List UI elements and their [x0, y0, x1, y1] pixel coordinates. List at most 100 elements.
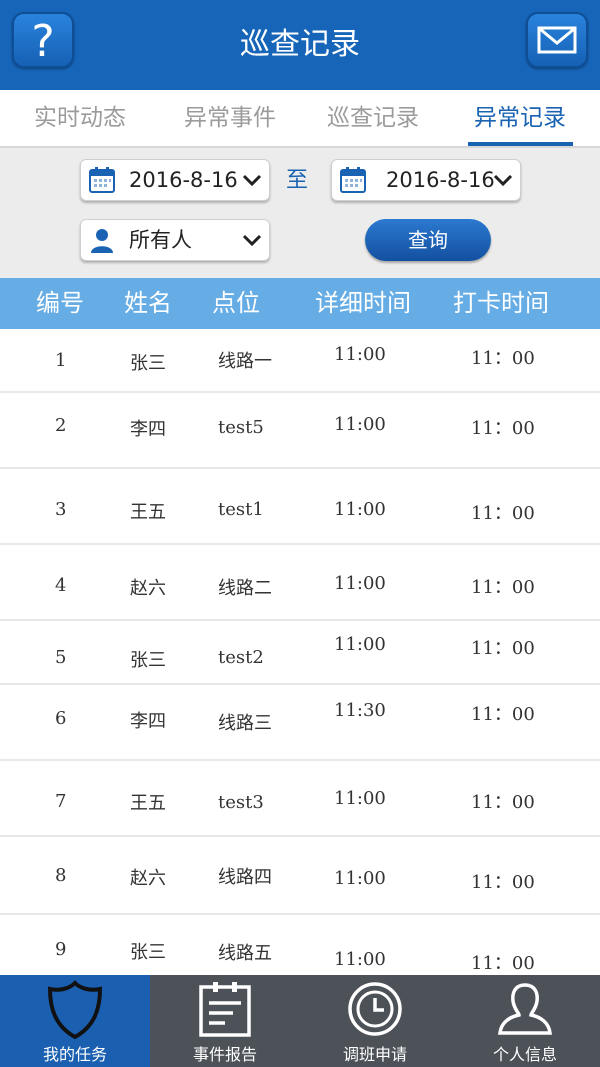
shield-icon: [47, 980, 103, 1039]
mail-icon: [537, 26, 577, 54]
row-id: 6: [55, 708, 67, 729]
row-point: 线路一: [218, 351, 272, 372]
help-button[interactable]: ?: [12, 12, 74, 68]
date-range-separator: 至: [286, 168, 309, 193]
svg-text:?: ?: [31, 16, 54, 64]
row-detail-time: 11:00: [334, 868, 386, 889]
row-clock-time: 11：00: [471, 792, 535, 813]
row-name: 张三: [130, 650, 166, 671]
row-id: 4: [55, 575, 67, 596]
bottom-nav: 我的任务 事件报告 调班申请 个人信息: [0, 975, 600, 1067]
clipboard-icon: [199, 982, 251, 1037]
nav-my-tasks[interactable]: 我的任务: [0, 975, 150, 1067]
table-row[interactable]: 7 王五 test3 11:00 11：00: [0, 761, 600, 837]
row-detail-time: 11:00: [334, 788, 386, 809]
end-date-picker[interactable]: 2016-8-16: [331, 159, 521, 201]
row-point: 线路三: [218, 713, 272, 734]
query-button[interactable]: 查询: [365, 219, 491, 261]
tab-patrol-records[interactable]: 巡查记录: [303, 90, 443, 148]
column-header-detail-time: 详细时间: [315, 289, 411, 317]
nav-shift-request[interactable]: 调班申请: [300, 975, 450, 1067]
tab-bar: 实时动态 异常事件 巡查记录 异常记录: [0, 90, 600, 148]
row-id: 5: [55, 647, 67, 668]
row-name: 张三: [130, 942, 166, 963]
row-detail-time: 11:00: [334, 414, 386, 435]
nav-label: 调班申请: [342, 1045, 407, 1064]
calendar-icon: [89, 167, 115, 193]
column-header-name: 姓名: [124, 289, 172, 317]
message-button[interactable]: [526, 12, 588, 68]
end-date-value: 2016-8-16: [386, 168, 495, 192]
chevron-down-icon: [493, 174, 513, 187]
table-row[interactable]: 3 王五 test1 11:00 11：00: [0, 469, 600, 545]
chevron-down-icon: [242, 174, 262, 187]
row-name: 李四: [130, 419, 166, 440]
row-clock-time: 11：00: [471, 953, 535, 974]
row-clock-time: 11：00: [471, 577, 535, 598]
nav-label: 我的任务: [42, 1045, 107, 1064]
nav-personal-info[interactable]: 个人信息: [450, 975, 600, 1067]
row-name: 王五: [130, 793, 166, 814]
row-id: 9: [55, 939, 67, 960]
nav-label: 事件报告: [192, 1045, 257, 1064]
column-header-id: 编号: [36, 289, 84, 317]
row-clock-time: 11：00: [471, 348, 535, 369]
row-name: 王五: [130, 502, 166, 523]
row-point: test2: [218, 647, 264, 668]
row-clock-time: 11：00: [471, 638, 535, 659]
row-id: 7: [55, 791, 67, 812]
table-header: 编号 姓名 点位 详细时间 打卡时间: [0, 278, 600, 329]
column-header-point: 点位: [212, 289, 260, 317]
active-tab-indicator: [468, 142, 573, 146]
table-row[interactable]: 1 张三 线路一 11:00 11：00: [0, 329, 600, 393]
row-point: test5: [218, 417, 264, 438]
row-detail-time: 11:00: [334, 573, 386, 594]
row-clock-time: 11：00: [471, 503, 535, 524]
person-icon: [498, 983, 552, 1035]
row-point: test1: [218, 499, 264, 520]
person-select[interactable]: 所有人: [80, 219, 270, 261]
table-row[interactable]: 5 张三 test2 11:00 11：00: [0, 621, 600, 685]
row-name: 赵六: [130, 578, 166, 599]
nav-label: 个人信息: [492, 1045, 557, 1064]
row-id: 1: [55, 350, 67, 371]
start-date-value: 2016-8-16: [129, 168, 238, 192]
row-point: test3: [218, 792, 264, 813]
table-row[interactable]: 4 赵六 线路二 11:00 11：00: [0, 545, 600, 621]
column-header-clock-time: 打卡时间: [453, 289, 549, 317]
row-name: 李四: [130, 711, 166, 732]
row-detail-time: 11:30: [334, 700, 386, 721]
row-detail-time: 11:00: [334, 344, 386, 365]
question-icon: ?: [31, 16, 54, 64]
row-clock-time: 11：00: [471, 418, 535, 439]
table-row[interactable]: 9 张三 线路五 11:00 11：00: [0, 915, 600, 975]
row-point: 线路四: [218, 867, 272, 888]
nav-event-report[interactable]: 事件报告: [150, 975, 300, 1067]
tab-abnormal-events[interactable]: 异常事件: [160, 90, 300, 148]
tab-realtime[interactable]: 实时动态: [10, 90, 150, 148]
row-name: 赵六: [130, 868, 166, 889]
app-header: ? 巡查记录: [0, 0, 600, 90]
row-clock-time: 11：00: [471, 704, 535, 725]
calendar-icon: [340, 167, 366, 193]
row-point: 线路二: [218, 578, 272, 599]
chevron-down-icon: [242, 234, 262, 247]
table-row[interactable]: 2 李四 test5 11:00 11：00: [0, 393, 600, 469]
records-list: 1 张三 线路一 11:00 11：00 2 李四 test5 11:00 11…: [0, 329, 600, 975]
row-id: 3: [55, 499, 67, 520]
table-row[interactable]: 8 赵六 线路四 11:00 11：00: [0, 837, 600, 915]
row-detail-time: 11:00: [334, 949, 386, 970]
row-clock-time: 11：00: [471, 872, 535, 893]
row-detail-time: 11:00: [334, 499, 386, 520]
page-title: 巡查记录: [240, 27, 360, 62]
tab-abnormal-records[interactable]: 异常记录: [450, 90, 590, 148]
person-icon: [91, 229, 113, 253]
row-id: 2: [55, 415, 67, 436]
row-point: 线路五: [218, 943, 272, 964]
row-detail-time: 11:00: [334, 634, 386, 655]
table-row[interactable]: 6 李四 线路三 11:30 11：00: [0, 685, 600, 761]
clock-icon: [348, 982, 402, 1036]
row-name: 张三: [130, 353, 166, 374]
person-select-value: 所有人: [129, 228, 192, 252]
start-date-picker[interactable]: 2016-8-16: [80, 159, 270, 201]
